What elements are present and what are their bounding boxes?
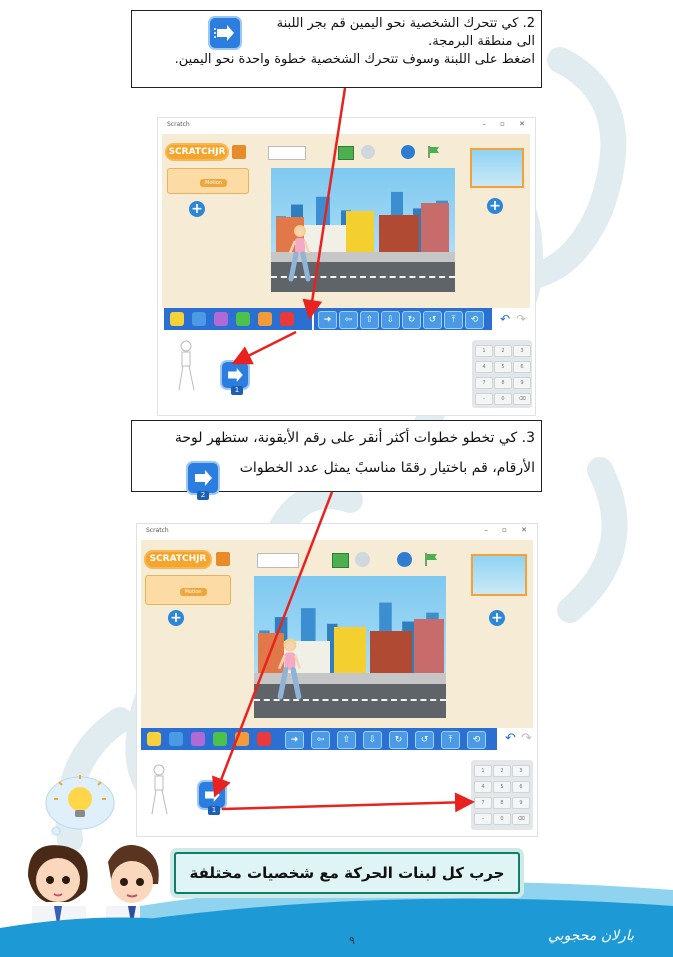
- page-number: ٩: [349, 934, 355, 947]
- arrow-to-keypad: [221, 792, 475, 813]
- arrow-to-block-number: [212, 491, 334, 798]
- arrow-to-move-block: [302, 87, 347, 320]
- author-signature: بارلان محجوبي: [548, 928, 635, 944]
- try-it-banner: جرب كل لبنات الحركة مع شخصيات مختلفة: [174, 852, 520, 894]
- arrow-to-script-area: [231, 330, 297, 365]
- lightbulb-icon: [45, 775, 115, 836]
